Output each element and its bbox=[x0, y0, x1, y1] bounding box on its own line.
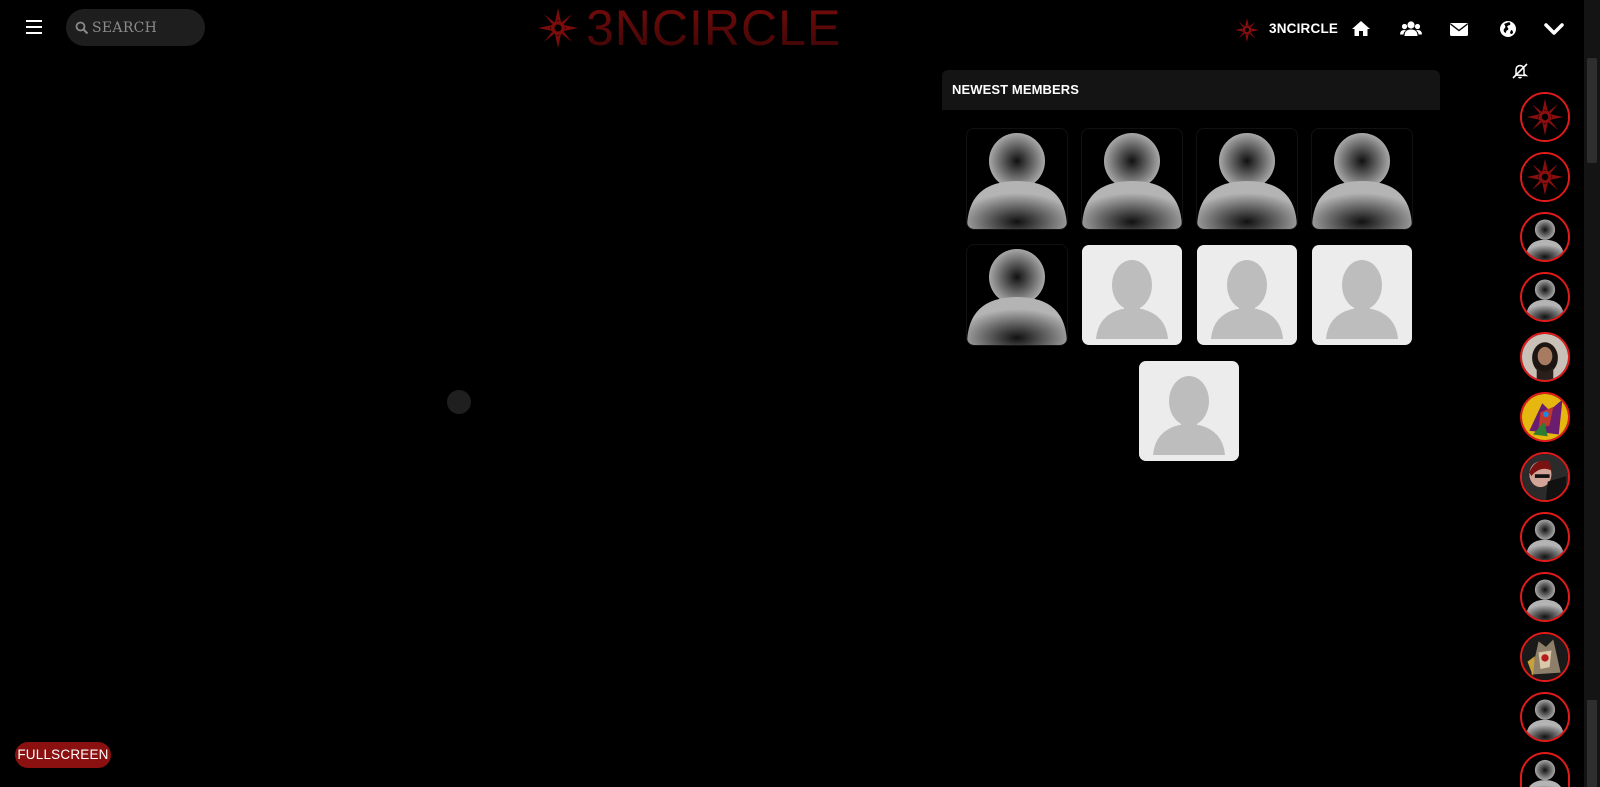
fullscreen-button[interactable]: FULLSCREEN bbox=[15, 742, 111, 768]
brand-emblem-icon bbox=[1235, 18, 1259, 42]
default-avatar-icon bbox=[1525, 579, 1565, 620]
default-avatar-icon bbox=[1525, 519, 1565, 560]
search-box bbox=[66, 9, 205, 46]
default-avatar-icon bbox=[967, 249, 1067, 345]
panel-header: NEWEST MEMBERS bbox=[942, 70, 1440, 110]
member-tile[interactable] bbox=[1139, 361, 1239, 461]
chevron-down-icon[interactable] bbox=[1543, 19, 1565, 39]
menu-icon[interactable] bbox=[26, 20, 42, 36]
member-tile[interactable] bbox=[966, 128, 1068, 230]
top-bar: 3NCIRCLE 3NCIRCLE bbox=[0, 0, 1600, 56]
search-icon bbox=[75, 21, 89, 35]
online-user-avatar[interactable] bbox=[1520, 92, 1570, 142]
online-user-avatar[interactable] bbox=[1520, 212, 1570, 262]
online-user-avatar[interactable] bbox=[1520, 152, 1570, 202]
globe-icon[interactable] bbox=[1498, 19, 1518, 39]
member-tile[interactable] bbox=[1197, 245, 1297, 345]
online-user-avatar[interactable] bbox=[1520, 392, 1570, 442]
user-photo bbox=[1522, 634, 1568, 680]
silhouette-avatar-icon bbox=[1153, 376, 1225, 455]
online-user-avatar[interactable] bbox=[1520, 572, 1570, 622]
default-avatar-icon bbox=[1525, 699, 1565, 740]
home-icon[interactable] bbox=[1351, 19, 1371, 39]
user-photo bbox=[1522, 454, 1568, 500]
loading-indicator bbox=[447, 390, 471, 414]
default-avatar-icon bbox=[967, 133, 1067, 229]
online-user-avatar[interactable] bbox=[1520, 272, 1570, 322]
panel-title: NEWEST MEMBERS bbox=[952, 82, 1080, 97]
default-avatar-icon bbox=[1082, 133, 1182, 229]
online-user-avatar[interactable] bbox=[1520, 452, 1570, 502]
silhouette-avatar-icon bbox=[1096, 260, 1168, 339]
scrollbar-thumb-inner[interactable] bbox=[1587, 700, 1597, 787]
brand-label: 3NCIRCLE bbox=[1269, 21, 1339, 36]
default-avatar-icon bbox=[1525, 279, 1565, 320]
online-user-avatar[interactable] bbox=[1520, 632, 1570, 682]
online-user-avatar[interactable] bbox=[1520, 512, 1570, 562]
member-tile[interactable] bbox=[1312, 245, 1412, 345]
online-user-avatar[interactable] bbox=[1520, 752, 1570, 787]
member-tile[interactable] bbox=[966, 244, 1068, 346]
online-user-avatar[interactable] bbox=[1520, 692, 1570, 742]
user-photo bbox=[1522, 334, 1568, 380]
scrollbar[interactable] bbox=[1584, 0, 1600, 787]
default-avatar-icon bbox=[1529, 759, 1561, 787]
scrollbar-thumb[interactable] bbox=[1587, 58, 1597, 163]
member-tile[interactable] bbox=[1081, 128, 1183, 230]
emblem-icon bbox=[1522, 154, 1568, 200]
user-photo bbox=[1522, 394, 1568, 440]
bell-slash-icon[interactable] bbox=[1511, 62, 1529, 80]
logo-text: 3NCIRCLE bbox=[586, 0, 842, 56]
member-tile[interactable] bbox=[1082, 245, 1182, 345]
users-icon[interactable] bbox=[1400, 19, 1422, 39]
default-avatar-icon bbox=[1197, 133, 1297, 229]
site-logo[interactable]: 3NCIRCLE bbox=[538, 0, 868, 56]
logo-emblem-icon bbox=[538, 8, 578, 48]
silhouette-avatar-icon bbox=[1211, 260, 1283, 339]
member-tile[interactable] bbox=[1311, 128, 1413, 230]
member-tile[interactable] bbox=[1196, 128, 1298, 230]
envelope-icon[interactable] bbox=[1449, 19, 1469, 39]
default-avatar-icon bbox=[1525, 219, 1565, 260]
default-avatar-icon bbox=[1312, 133, 1412, 229]
search-input[interactable] bbox=[90, 17, 202, 39]
silhouette-avatar-icon bbox=[1326, 260, 1398, 339]
emblem-icon bbox=[1522, 94, 1568, 140]
online-user-avatar[interactable] bbox=[1520, 332, 1570, 382]
